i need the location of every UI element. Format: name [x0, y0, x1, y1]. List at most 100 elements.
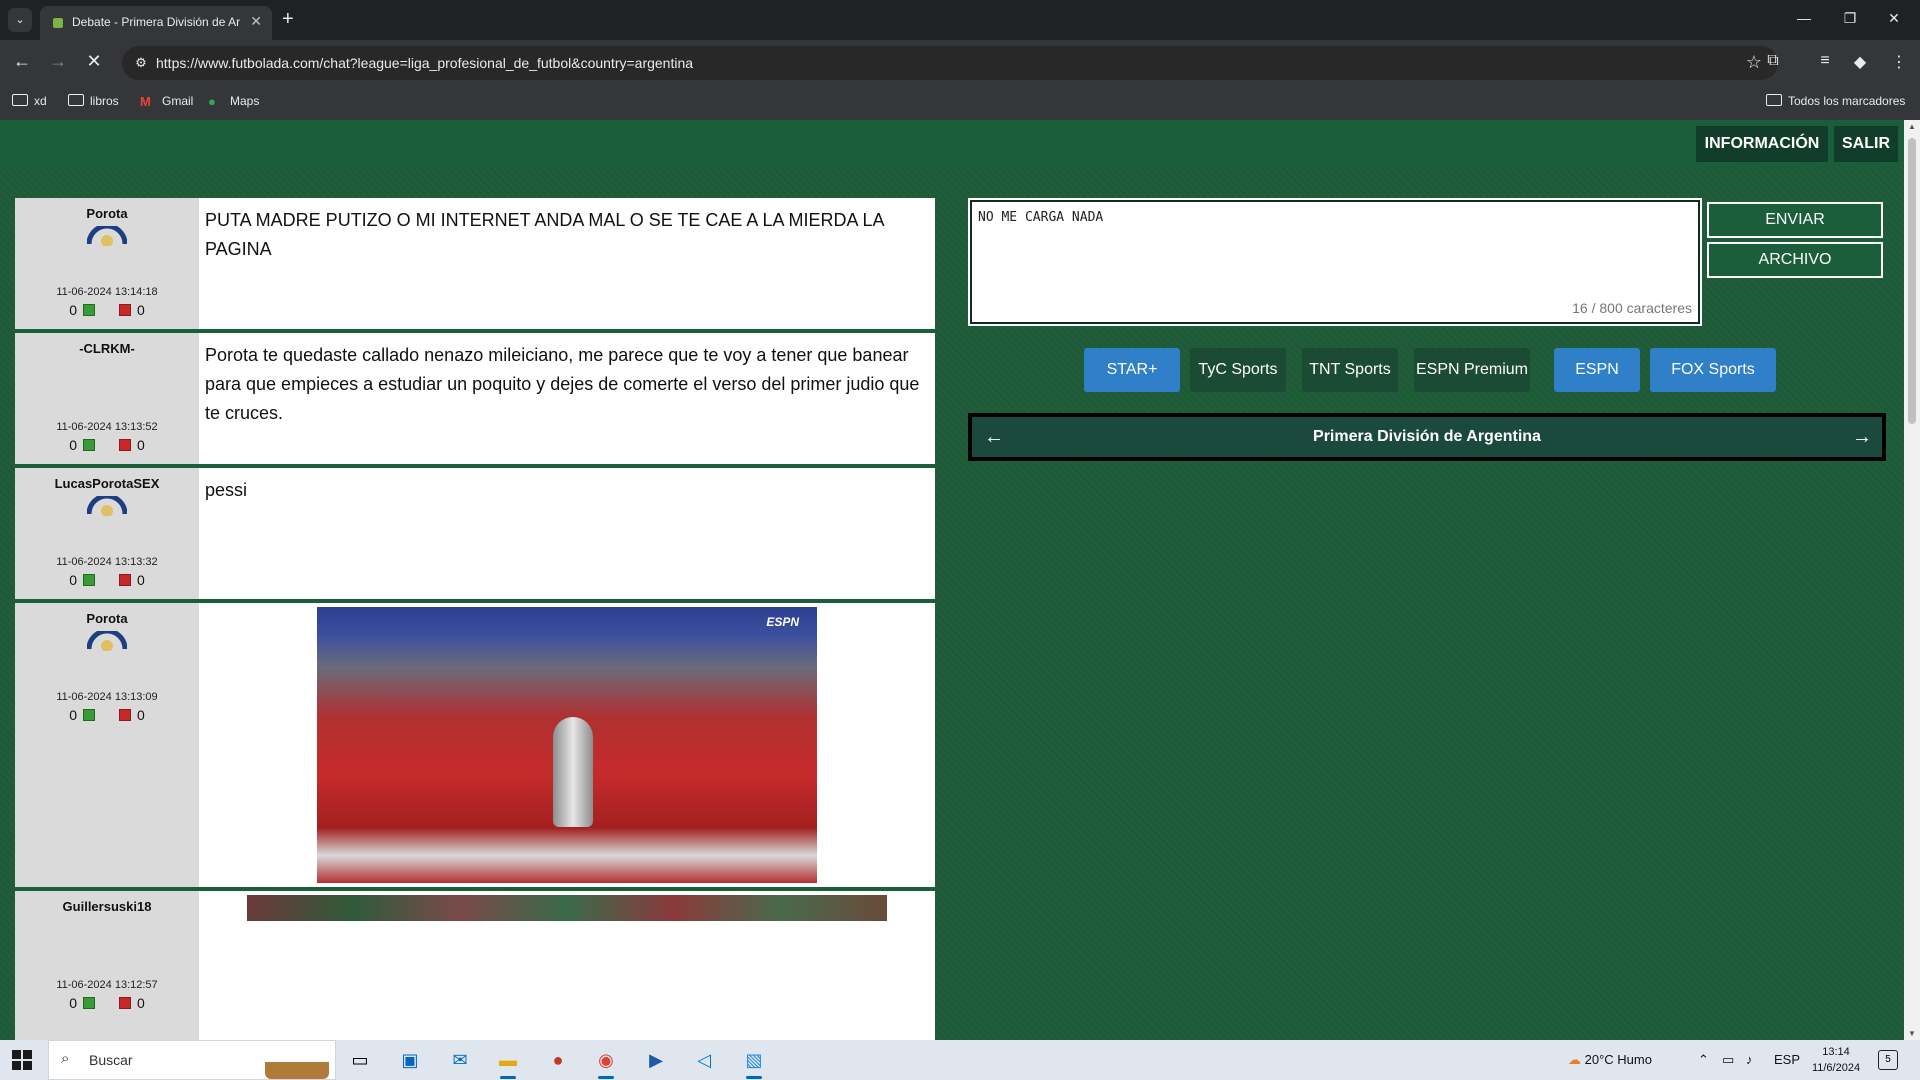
message-username[interactable]: Guillersuski18	[15, 899, 199, 914]
channel-tyc-sports[interactable]: TyC Sports	[1190, 348, 1286, 392]
chrome-app-icon[interactable]: ◉	[588, 1045, 624, 1079]
message-composer[interactable]: NO ME CARGA NADA 16 / 800 caracteres	[968, 198, 1702, 326]
info-button[interactable]: INFORMACIÓN	[1696, 126, 1828, 162]
composer-text: NO ME CARGA NADA	[978, 210, 1104, 225]
thumbs-up-icon[interactable]	[83, 997, 95, 1009]
thumbs-down-icon[interactable]	[119, 574, 131, 586]
thumbs-down-icon[interactable]	[119, 709, 131, 721]
next-league-arrow-icon[interactable]: →	[1852, 426, 1872, 449]
network-icon[interactable]: ▭	[1722, 1052, 1734, 1068]
weather-widget[interactable]: ☁ 20°C Humo	[1568, 1052, 1652, 1068]
file-explorer-icon[interactable]: ▬	[490, 1045, 526, 1079]
attach-file-button[interactable]: ARCHIVO	[1707, 242, 1883, 278]
menu-kebab-icon[interactable]: ⋮	[1888, 52, 1910, 72]
bookmark-star-icon[interactable]: ☆	[1746, 52, 1762, 73]
channel-espn-premium[interactable]: ESPN Premium	[1414, 348, 1530, 392]
message-username[interactable]: Porota	[15, 611, 199, 626]
folder-icon	[68, 94, 84, 106]
channel-tnt-sports[interactable]: TNT Sports	[1302, 348, 1398, 392]
message-sidebar: -CLRKM- 11-06-2024 13:13:52 00	[15, 333, 199, 464]
message-image[interactable]	[247, 895, 887, 921]
thumbs-up-icon[interactable]	[83, 574, 95, 586]
thumbs-down-icon[interactable]	[119, 997, 131, 1009]
bookmark-maps[interactable]: ● Maps	[208, 94, 259, 109]
channel-fox-sports[interactable]: FOX Sports	[1650, 348, 1776, 392]
paint-app-icon[interactable]: ▧	[736, 1045, 772, 1079]
message-votes: 00	[69, 995, 145, 1011]
trophy-shape	[553, 717, 593, 827]
page-scrollbar[interactable]: ▲ ▼	[1904, 120, 1920, 1040]
bookmark-gmail[interactable]: M Gmail	[140, 94, 193, 109]
notifications-icon[interactable]: 5	[1878, 1050, 1898, 1070]
message-username[interactable]: -CLRKM-	[15, 341, 199, 356]
exit-button[interactable]: SALIR	[1834, 126, 1898, 162]
chat-message: -CLRKM- 11-06-2024 13:13:52 00 Porota te…	[15, 333, 935, 468]
channel-espn[interactable]: ESPN	[1554, 348, 1640, 392]
page-content: INFORMACIÓN SALIR Porota 11-06-2024 13:1…	[0, 120, 1920, 1040]
scroll-up-icon[interactable]: ▲	[1908, 122, 1916, 131]
thumbs-up-icon[interactable]	[83, 709, 95, 721]
close-window-button[interactable]: ✕	[1884, 10, 1904, 27]
clock[interactable]: 13:14 11/6/2024	[1808, 1044, 1864, 1076]
message-date: 11-06-2024 13:13:52	[56, 421, 158, 433]
profile-avatar-icon[interactable]: ◆	[1849, 52, 1871, 72]
minimize-button[interactable]: —	[1794, 10, 1814, 26]
thumbs-up-icon[interactable]	[83, 439, 95, 451]
thumbs-up-icon[interactable]	[83, 304, 95, 316]
scrollbar-thumb[interactable]	[1908, 138, 1916, 424]
site-info-icon[interactable]: ⚙	[132, 54, 150, 72]
team-badge-icon	[87, 631, 127, 651]
bookmark-libros[interactable]: libros	[68, 94, 119, 108]
message-image[interactable]: ESPN	[317, 607, 817, 883]
chat-feed: Porota 11-06-2024 13:14:18 00 PUTA MADRE…	[15, 198, 935, 1040]
all-bookmarks[interactable]: Todos los marcadores	[1766, 94, 1905, 108]
folder-icon	[1766, 94, 1782, 106]
send-button[interactable]: ENVIAR	[1707, 202, 1883, 238]
message-username[interactable]: Porota	[15, 206, 199, 221]
restore-button[interactable]: ❐	[1840, 10, 1860, 27]
team-badge-icon	[87, 496, 127, 516]
thumbs-down-icon[interactable]	[119, 439, 131, 451]
app-red-icon[interactable]: ●	[540, 1045, 576, 1075]
message-votes: 00	[69, 572, 145, 588]
address-bar[interactable]: ⚙ https://www.futbolada.com/chat?league=…	[122, 46, 1778, 80]
store-app-icon[interactable]: ▣	[392, 1045, 428, 1075]
message-username[interactable]: LucasPorotaSEX	[15, 476, 199, 491]
site-header: INFORMACIÓN SALIR	[0, 120, 1904, 166]
chat-message: Porota 11-06-2024 13:14:18 00 PUTA MADRE…	[15, 198, 935, 333]
tab-close-icon[interactable]: ✕	[250, 13, 262, 30]
windows-start-icon[interactable]	[12, 1050, 32, 1070]
volume-icon[interactable]: ♪	[1746, 1052, 1753, 1067]
forward-button[interactable]: →	[46, 51, 70, 72]
windows-taskbar: ⌕ Buscar ▭ ▣ ✉ ▬ ● ◉ ▶ ◁ ▧ ☁ 20°C Humo ⌃…	[0, 1040, 1920, 1080]
media-control-icon[interactable]: ≡	[1814, 52, 1836, 70]
new-tab-button[interactable]: +	[282, 8, 294, 30]
thumbs-down-icon[interactable]	[119, 304, 131, 316]
message-text: pessi	[205, 480, 248, 500]
terminal-app-icon[interactable]: ▶	[638, 1045, 674, 1075]
message-votes: 00	[69, 707, 145, 723]
message-votes: 00	[69, 437, 145, 453]
taskbar-search[interactable]: ⌕ Buscar	[48, 1040, 336, 1080]
message-date: 11-06-2024 13:13:09	[56, 691, 158, 703]
active-tab[interactable]: Debate - Primera División de Ar ✕	[40, 6, 272, 40]
message-sidebar: LucasPorotaSEX 11-06-2024 13:13:32 00	[15, 468, 199, 599]
team-badge-icon	[87, 226, 127, 246]
tab-search-button[interactable]: ⌄	[8, 8, 32, 32]
message-votes: 00	[69, 302, 145, 318]
scroll-down-icon[interactable]: ▼	[1908, 1029, 1916, 1038]
language-indicator[interactable]: ESP	[1774, 1052, 1800, 1067]
tray-overflow-icon[interactable]: ⌃	[1698, 1052, 1709, 1068]
back-button[interactable]: ←	[10, 51, 34, 72]
message-date: 11-06-2024 13:12:57	[56, 979, 158, 991]
league-name: Primera División de Argentina	[1313, 428, 1541, 445]
vscode-app-icon[interactable]: ◁	[686, 1045, 722, 1075]
stop-loading-button[interactable]: ✕	[82, 51, 106, 72]
extensions-icon[interactable]: ⧉	[1762, 52, 1784, 70]
chat-message: Porota 11-06-2024 13:13:09 00 ESPN	[15, 603, 935, 891]
task-view-icon[interactable]: ▭	[342, 1045, 378, 1075]
character-counter: 16 / 800 caracteres	[1572, 300, 1692, 316]
bookmark-xd[interactable]: xd	[12, 94, 47, 108]
mail-app-icon[interactable]: ✉	[442, 1045, 478, 1075]
channel-star-plus[interactable]: STAR+	[1084, 348, 1180, 392]
